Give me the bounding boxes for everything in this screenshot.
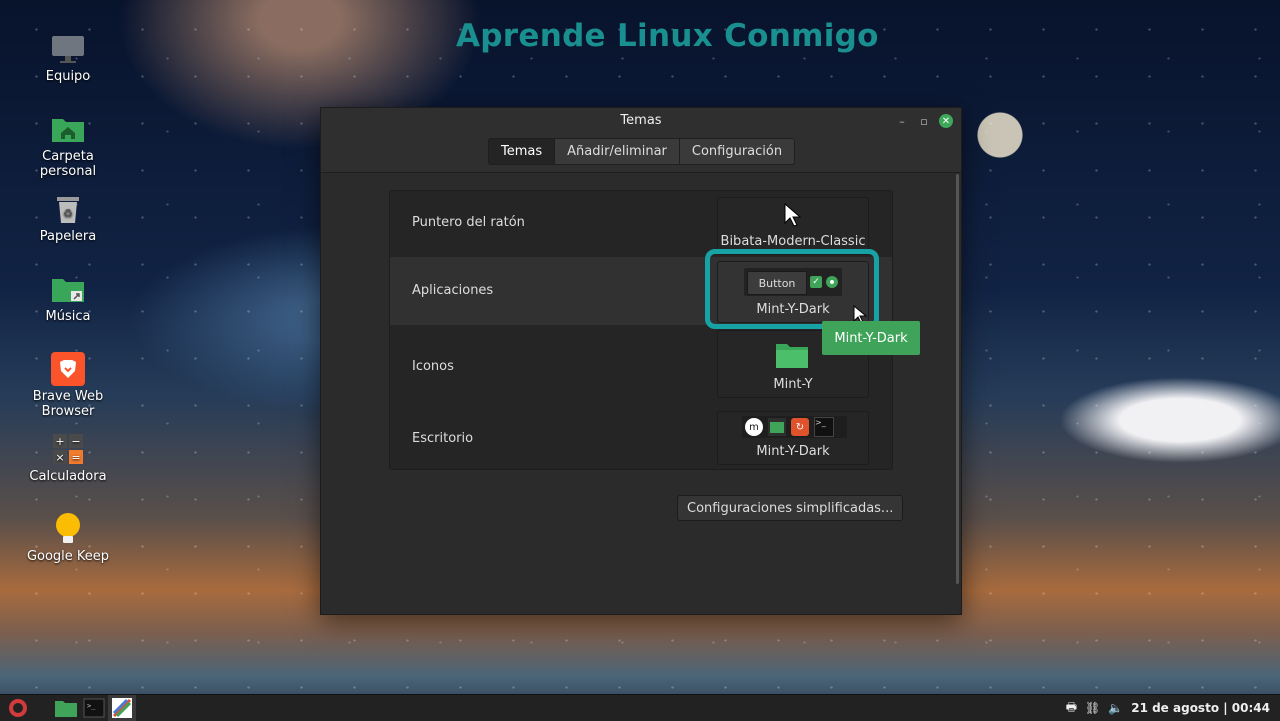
row-label: Iconos xyxy=(412,359,454,374)
menu-launcher-icon[interactable] xyxy=(4,695,32,721)
themes-app-icon[interactable] xyxy=(108,695,136,721)
computer-icon xyxy=(51,32,85,66)
files-launcher-icon[interactable] xyxy=(52,695,80,721)
network-icon[interactable]: ⛓ xyxy=(1085,701,1100,715)
desktop-theme-name: Mint-Y-Dark xyxy=(756,444,830,459)
cursor-arrow-icon xyxy=(784,203,802,227)
svg-text:♻: ♻ xyxy=(63,207,73,220)
svg-text:>_: >_ xyxy=(87,702,96,710)
calculator-icon: + − × = xyxy=(51,432,85,466)
close-icon[interactable]: ✕ xyxy=(939,114,953,128)
music-folder-icon xyxy=(51,272,85,306)
row-desktop: Escritorio m ↻ >_ Mint-Y-Dark xyxy=(390,397,892,469)
update-manager-icon: ↻ xyxy=(791,418,809,436)
window-title: Temas xyxy=(620,113,662,128)
row-label: Escritorio xyxy=(412,431,474,446)
themes-list: Puntero del ratón Bibata-Modern-Classic … xyxy=(389,190,893,470)
volume-icon[interactable]: 🔈 xyxy=(1108,701,1123,715)
svg-text:+: + xyxy=(55,435,64,448)
desktop-theme-selector[interactable]: m ↻ >_ Mint-Y-Dark xyxy=(717,411,869,465)
desktop-icon-label: Google Keep xyxy=(26,549,110,564)
window-titlebar[interactable]: Temas – ▫ ✕ Temas Añadir/eliminar Config… xyxy=(321,108,961,173)
desktop-icon-google-keep[interactable]: Google Keep xyxy=(18,512,118,564)
maximize-icon[interactable]: ▫ xyxy=(917,114,931,128)
tab-anadir-eliminar[interactable]: Añadir/eliminar xyxy=(555,139,680,164)
icons-theme-name: Mint-Y xyxy=(773,377,813,392)
desktop-icon-label: Equipo xyxy=(45,69,91,84)
desktop-icon-label: Música xyxy=(45,309,91,324)
files-icon xyxy=(768,418,786,436)
desktop-icon-brave-browser[interactable]: Brave Web Browser xyxy=(18,352,118,419)
trash-icon: ♻ xyxy=(51,192,85,226)
mint-menu-icon: m xyxy=(745,418,763,436)
cursor-theme-name: Bibata-Modern-Classic xyxy=(720,234,866,249)
home-folder-icon xyxy=(51,112,85,146)
desktop-icon-carpeta-personal[interactable]: Carpeta personal xyxy=(18,112,118,179)
desktop-icon-musica[interactable]: Música xyxy=(18,272,118,324)
scrollbar[interactable] xyxy=(956,174,959,584)
lightbulb-icon xyxy=(51,512,85,546)
folder-icon xyxy=(776,344,808,368)
tab-temas[interactable]: Temas xyxy=(489,139,556,164)
terminal-icon: >_ xyxy=(814,417,834,437)
minimize-icon[interactable]: – xyxy=(895,114,909,128)
desktop-icon-papelera[interactable]: ♻ Papelera xyxy=(18,192,118,244)
desktop-icon-equipo[interactable]: Equipo xyxy=(18,32,118,84)
clock[interactable]: 21 de agosto | 00:44 xyxy=(1131,701,1270,715)
svg-text:−: − xyxy=(71,435,80,448)
desktop-icon-label: Carpeta personal xyxy=(39,149,97,179)
row-label: Aplicaciones xyxy=(412,283,494,298)
taskbar: >_ 🖶 ⛓ 🔈 21 de agosto | 00:44 xyxy=(0,694,1280,721)
printer-icon[interactable]: 🖶 xyxy=(1066,698,1077,719)
brave-lion-icon xyxy=(51,352,85,386)
desktop-icon-label: Papelera xyxy=(39,229,97,244)
tooltip: Mint-Y-Dark xyxy=(822,321,920,355)
system-tray: 🖶 ⛓ 🔈 21 de agosto | 00:44 xyxy=(1066,695,1270,721)
desktop-icon-label: Brave Web Browser xyxy=(32,389,104,419)
tab-bar: Temas Añadir/eliminar Configuración xyxy=(488,138,796,165)
desktop-icon-label: Calculadora xyxy=(29,469,107,484)
themes-window: Temas – ▫ ✕ Temas Añadir/eliminar Config… xyxy=(320,107,962,615)
tab-configuracion[interactable]: Configuración xyxy=(679,139,795,164)
terminal-launcher-icon[interactable]: >_ xyxy=(80,695,108,721)
svg-text:×: × xyxy=(55,451,64,464)
simplified-settings-button[interactable]: Configuraciones simplificadas... xyxy=(677,495,904,521)
row-label: Puntero del ratón xyxy=(412,215,525,230)
desktop-icon-calculadora[interactable]: + − × = Calculadora xyxy=(18,432,118,484)
svg-text:=: = xyxy=(71,451,80,464)
row-mouse-pointer: Puntero del ratón Bibata-Modern-Classic xyxy=(390,191,892,257)
row-icons: Iconos Mint-Y xyxy=(390,325,892,398)
banner-text: Aprende Linux Conmigo xyxy=(456,18,879,54)
cursor-theme-selector[interactable]: Bibata-Modern-Classic xyxy=(717,197,869,255)
